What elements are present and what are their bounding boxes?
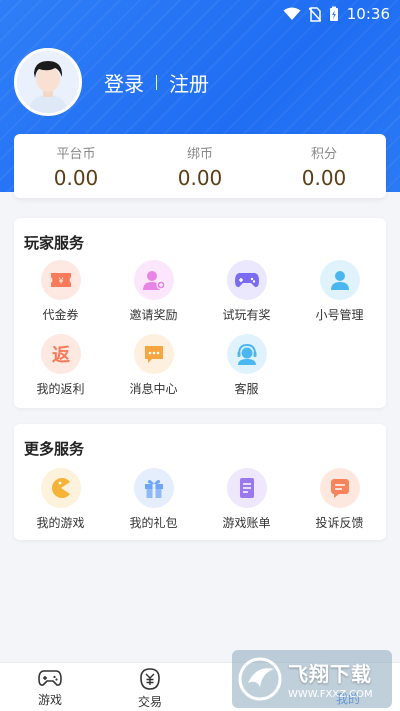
balance-value: 0.00: [301, 165, 347, 190]
nav-trade[interactable]: 交易: [120, 667, 180, 710]
watermark-logo-icon: [238, 657, 282, 701]
service-label: 小号管理: [315, 308, 364, 322]
trade-nav-icon: [140, 668, 160, 690]
service-label: 邀请奖励: [129, 308, 178, 322]
svg-text:返: 返: [52, 345, 70, 365]
default-avatar-icon: [17, 51, 79, 113]
profile-section: 登录 注册: [14, 48, 209, 116]
voucher-icon: ¥: [40, 260, 81, 300]
svg-text:¥: ¥: [58, 277, 63, 286]
watermark: 飞翔下载 WWW.FXXZ.COM: [232, 650, 392, 708]
service-message-center[interactable]: 消息中心: [107, 334, 200, 397]
service-rebate[interactable]: 返 我的返利: [14, 334, 107, 397]
gift-icon: [133, 468, 174, 508]
service-feedback[interactable]: 投诉反馈: [293, 468, 386, 531]
balance-points[interactable]: 积分 0.00: [262, 134, 386, 198]
nav-games[interactable]: 游戏: [20, 667, 80, 708]
invite-reward-icon: [133, 260, 174, 300]
service-label: 我的礼包: [129, 516, 178, 530]
service-game-bill[interactable]: 游戏账单: [200, 468, 293, 531]
status-time: 10:36: [346, 5, 390, 23]
balance-value: 0.00: [177, 165, 223, 190]
message-icon: [133, 334, 174, 374]
service-my-gifts[interactable]: 我的礼包: [107, 468, 200, 531]
login-link[interactable]: 登录: [104, 68, 144, 97]
service-label: 游戏账单: [222, 516, 271, 530]
service-label: 试玩有奖: [222, 308, 271, 322]
pacman-icon: [40, 468, 81, 508]
service-invite-reward[interactable]: 邀请奖励: [107, 260, 200, 323]
service-my-games[interactable]: 我的游戏: [14, 468, 107, 531]
service-label: 消息中心: [129, 382, 178, 396]
register-link[interactable]: 注册: [169, 68, 209, 97]
customer-service-icon: [226, 334, 267, 374]
status-bar: 10:36: [0, 0, 400, 28]
battery-charging-icon: [329, 6, 338, 21]
more-services-title: 更多服务: [24, 440, 85, 458]
balance-label: 平台币: [56, 146, 96, 162]
gamepad-nav-icon: [38, 670, 62, 686]
avatar[interactable]: [14, 48, 82, 116]
nav-label: 交易: [137, 695, 162, 709]
watermark-en: WWW.FXXZ.COM: [288, 689, 373, 700]
gamepad-icon: [226, 260, 267, 300]
service-label: 我的返利: [36, 382, 85, 396]
balance-value: 0.00: [53, 165, 99, 190]
balance-platform-coin[interactable]: 平台币 0.00: [14, 134, 138, 198]
nav-label: 游戏: [37, 693, 62, 707]
service-label: 投诉反馈: [315, 516, 364, 530]
player-services-card: 玩家服务 ¥ 代金券 邀请奖励 试玩有奖 小号管理 返 我的返利 消息中心 客服: [14, 218, 386, 408]
balance-bound-coin[interactable]: 绑币 0.00: [138, 134, 262, 198]
service-alt-account[interactable]: 小号管理: [293, 260, 386, 323]
feedback-icon: [319, 468, 360, 508]
no-sim-icon: [308, 6, 321, 22]
watermark-cn: 飞翔下载: [288, 662, 372, 686]
service-label: 代金券: [42, 308, 79, 322]
user-icon: [319, 260, 360, 300]
bill-icon: [226, 468, 267, 508]
balance-label: 绑币: [186, 146, 213, 162]
more-services-card: 更多服务 我的游戏 我的礼包 游戏账单 投诉反馈: [14, 424, 386, 540]
rebate-icon: 返: [40, 334, 81, 374]
service-label: 客服: [234, 382, 259, 396]
login-divider: [156, 74, 157, 90]
balance-card: 平台币 0.00 绑币 0.00 积分 0.00: [14, 134, 386, 198]
balance-label: 积分: [310, 146, 337, 162]
service-customer-support[interactable]: 客服: [200, 334, 293, 397]
service-label: 我的游戏: [36, 516, 85, 530]
wifi-icon: [283, 7, 301, 20]
service-voucher[interactable]: ¥ 代金券: [14, 260, 107, 323]
player-services-title: 玩家服务: [24, 234, 85, 252]
service-trial-reward[interactable]: 试玩有奖: [200, 260, 293, 323]
